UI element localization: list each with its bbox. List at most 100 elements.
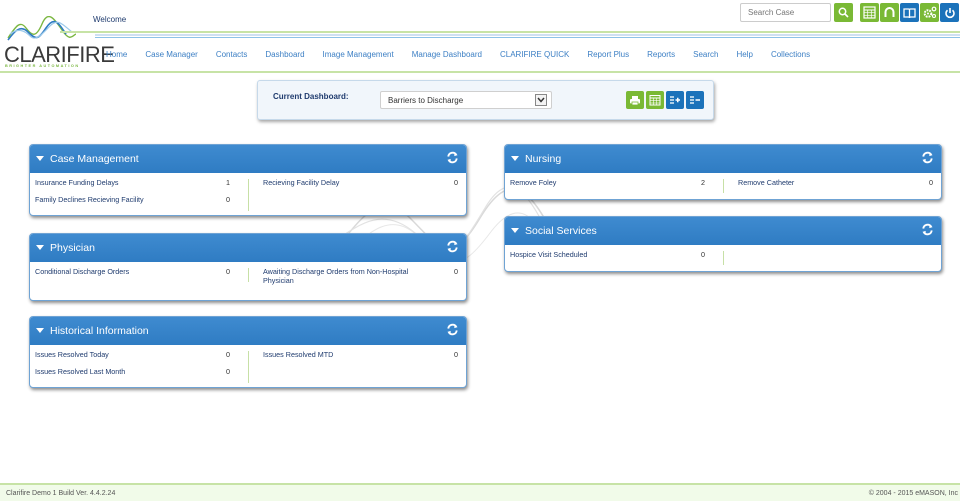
list-item[interactable]: Recieving Facility Delay 0 <box>263 173 458 190</box>
panel-physician: Physician Conditional Discharge Orders 0 … <box>29 233 467 301</box>
settings-button[interactable] <box>920 3 939 22</box>
item-label[interactable]: Remove Catheter <box>738 178 794 187</box>
footer: Clarifire Demo 1 Build Ver. 4.4.2.24 © 2… <box>0 483 960 501</box>
column-divider <box>248 268 249 282</box>
item-label[interactable]: Issues Resolved MTD <box>263 350 333 359</box>
list-item[interactable]: Awaiting Discharge Orders from Non-Hospi… <box>263 262 458 292</box>
column-divider <box>723 251 724 265</box>
logo-waves-icon <box>7 16 76 41</box>
item-label-line1: Awaiting Discharge Orders from Non-Hospi… <box>263 267 409 276</box>
column-divider <box>248 351 249 383</box>
calculator-icon <box>863 6 876 19</box>
nav-case-manager[interactable]: Case Manager <box>145 50 197 59</box>
collapse-caret-icon[interactable] <box>36 156 44 161</box>
collapse-caret-icon[interactable] <box>511 156 519 161</box>
refresh-icon[interactable] <box>446 151 459 164</box>
item-count: 0 <box>226 367 230 376</box>
book-icon <box>903 7 916 18</box>
item-count: 1 <box>226 178 230 187</box>
panel-social-services: Social Services Hospice Visit Scheduled 0 <box>504 216 942 272</box>
settings-icon <box>923 6 936 19</box>
support-button[interactable] <box>880 3 899 22</box>
header-divider <box>95 37 960 38</box>
item-count: 0 <box>226 350 230 359</box>
nav-help[interactable]: Help <box>737 50 753 59</box>
chevron-down-icon <box>537 97 545 103</box>
refresh-icon[interactable] <box>446 323 459 336</box>
item-label[interactable]: Hospice Visit Scheduled <box>510 250 587 259</box>
column-divider <box>723 179 724 193</box>
item-label[interactable]: Issues Resolved Last Month <box>35 367 125 376</box>
collapse-caret-icon[interactable] <box>511 228 519 233</box>
print-icon <box>630 95 640 105</box>
panel-header: Case Management <box>30 145 466 173</box>
nav-clarifire-quick[interactable]: CLARIFIRE QUICK <box>500 50 569 59</box>
list-item[interactable]: Hospice Visit Scheduled 0 <box>510 245 705 262</box>
calculator-button[interactable] <box>860 3 879 22</box>
logout-button[interactable] <box>940 3 959 22</box>
panel-title: Social Services <box>525 225 597 237</box>
item-label[interactable]: Conditional Discharge Orders <box>35 267 129 276</box>
list-item[interactable]: Family Declines Recieving Facility 0 <box>35 190 230 207</box>
header: CLARIFIRE BRIGHTER AUTOMATION Welcome Ho… <box>0 0 960 74</box>
nav-report-plus[interactable]: Report Plus <box>587 50 629 59</box>
panel-case-management: Case Management Insurance Funding Delays… <box>29 144 467 216</box>
list-item[interactable]: Insurance Funding Delays 1 <box>35 173 230 190</box>
panel-header: Nursing <box>505 145 941 173</box>
refresh-icon[interactable] <box>446 240 459 253</box>
search-button[interactable] <box>834 3 853 22</box>
nav-reports[interactable]: Reports <box>647 50 675 59</box>
calendar-icon <box>649 95 661 106</box>
nav-home[interactable]: Home <box>106 50 127 59</box>
list-item[interactable]: Issues Resolved MTD 0 <box>263 345 458 362</box>
list-item[interactable]: Issues Resolved Last Month 0 <box>35 362 230 379</box>
search-case-input[interactable] <box>740 3 831 22</box>
panel-title: Historical Information <box>50 325 149 337</box>
list-item[interactable]: Remove Foley 2 <box>510 173 705 190</box>
item-label[interactable]: Awaiting Discharge Orders from Non-Hospi… <box>263 267 408 285</box>
expand-all-button[interactable] <box>666 91 684 109</box>
nav-dashboard[interactable]: Dashboard <box>265 50 304 59</box>
nav-manage-dashboard[interactable]: Manage Dashboard <box>412 50 482 59</box>
panel-title: Physician <box>50 242 95 254</box>
item-count: 0 <box>929 178 933 187</box>
refresh-icon[interactable] <box>921 223 934 236</box>
refresh-icon[interactable] <box>921 151 934 164</box>
item-count: 0 <box>226 267 230 276</box>
item-label[interactable]: Remove Foley <box>510 178 556 187</box>
calendar-button[interactable] <box>646 91 664 109</box>
collapse-all-button[interactable] <box>686 91 704 109</box>
print-button[interactable] <box>626 91 644 109</box>
panel-header: Social Services <box>505 217 941 245</box>
nav-collections[interactable]: Collections <box>771 50 810 59</box>
item-label[interactable]: Insurance Funding Delays <box>35 178 119 187</box>
help-book-button[interactable] <box>900 3 919 22</box>
item-label[interactable]: Family Declines Recieving Facility <box>35 195 144 204</box>
column-divider <box>248 179 249 211</box>
item-label[interactable]: Issues Resolved Today <box>35 350 109 359</box>
logo-tagline: BRIGHTER AUTOMATION <box>5 64 80 68</box>
welcome-text: Welcome <box>93 15 127 24</box>
list-item[interactable]: Issues Resolved Today 0 <box>35 345 230 362</box>
nav-divider <box>0 71 960 73</box>
build-version: Clarifire Demo 1 Build Ver. 4.4.2.24 <box>6 490 116 497</box>
panel-nursing: Nursing Remove Foley 2 Remove Catheter 0 <box>504 144 942 200</box>
clarifire-logo[interactable]: CLARIFIRE BRIGHTER AUTOMATION <box>2 16 115 70</box>
list-item[interactable]: Conditional Discharge Orders 0 <box>35 262 230 279</box>
panel-historical-information: Historical Information Issues Resolved T… <box>29 316 467 388</box>
nav-image-management[interactable]: Image Management <box>323 50 394 59</box>
dropdown-button[interactable] <box>535 94 547 106</box>
search-icon <box>838 7 849 18</box>
collapse-caret-icon[interactable] <box>36 245 44 250</box>
power-icon <box>944 7 955 18</box>
header-divider <box>60 31 960 33</box>
nav-contacts[interactable]: Contacts <box>216 50 248 59</box>
nav-search[interactable]: Search <box>693 50 718 59</box>
copyright: © 2004 - 2015 eMASON, Inc <box>868 490 958 497</box>
list-minus-icon <box>690 96 700 104</box>
item-label[interactable]: Recieving Facility Delay <box>263 178 339 187</box>
panel-title: Case Management <box>50 153 139 165</box>
dashboard-select[interactable]: Barriers to Discharge <box>380 91 552 109</box>
list-item[interactable]: Remove Catheter 0 <box>738 173 933 190</box>
collapse-caret-icon[interactable] <box>36 328 44 333</box>
